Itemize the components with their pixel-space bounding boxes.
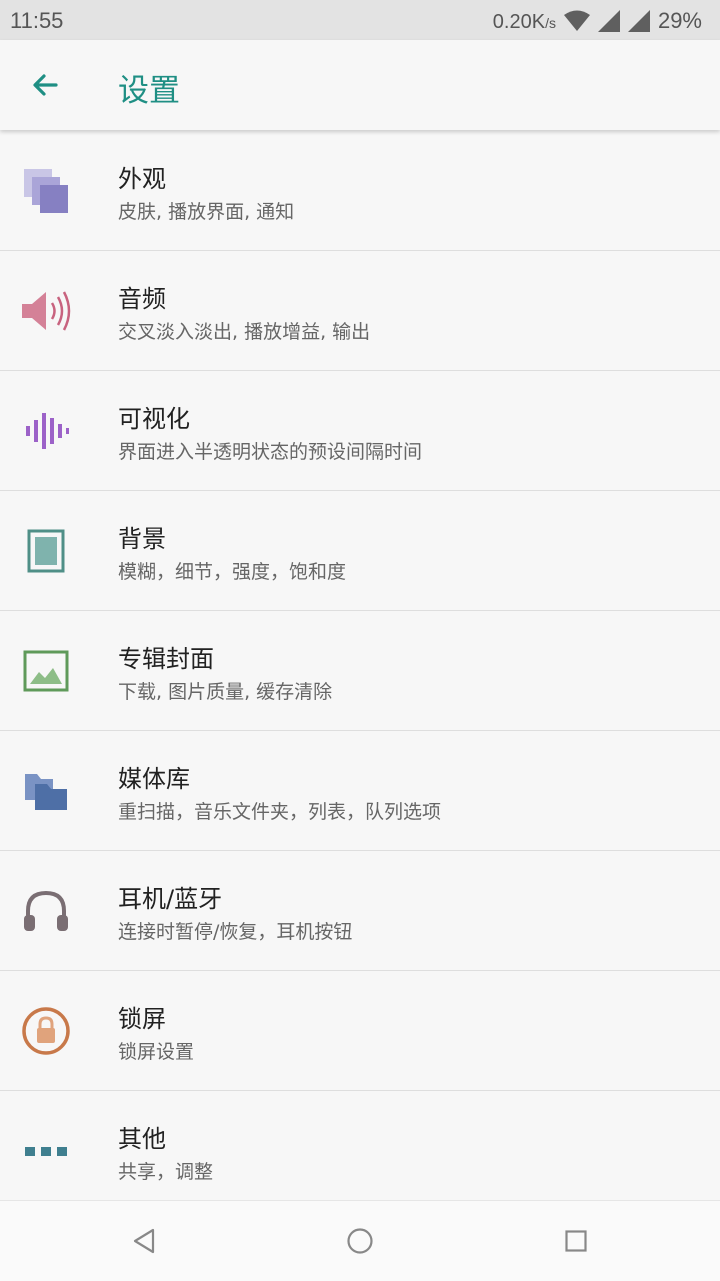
nav-recents-icon [565, 1230, 587, 1252]
status-bar: 11:55 0.20K/s 29% [0, 0, 720, 40]
more-icon [20, 1125, 72, 1177]
settings-item-audio[interactable]: 音频 交叉淡入淡出, 播放增益, 输出 [0, 251, 720, 371]
status-time: 11:55 [10, 8, 64, 33]
settings-item-background[interactable]: 背景 模糊，细节，强度，饱和度 [0, 491, 720, 611]
net-speed-unit: /s [545, 15, 556, 31]
background-icon [20, 525, 72, 577]
settings-item-album-art[interactable]: 专辑封面 下载, 图片质量, 缓存清除 [0, 611, 720, 731]
item-subtitle: 下载, 图片质量, 缓存清除 [118, 681, 333, 703]
settings-item-visualizer[interactable]: 可视化 界面进入半透明状态的预设间隔时间 [0, 371, 720, 491]
settings-item-headset[interactable]: 耳机/蓝牙 连接时暂停/恢复，耳机按钮 [0, 851, 720, 971]
settings-item-library[interactable]: 媒体库 重扫描，音乐文件夹，列表，队列选项 [0, 731, 720, 851]
status-right: 0.20K/s 29% [493, 8, 702, 34]
back-button[interactable] [18, 58, 72, 112]
arrow-back-icon [33, 74, 58, 96]
item-title: 背景 [118, 525, 166, 553]
navigation-bar [0, 1200, 720, 1281]
item-subtitle: 重扫描，音乐文件夹，列表，队列选项 [118, 801, 442, 823]
battery-level: 29% [657, 8, 702, 33]
item-title: 耳机/蓝牙 [118, 885, 223, 913]
folder-icon [20, 765, 72, 817]
item-subtitle: 锁屏设置 [118, 1041, 195, 1063]
signal-icon-2 [627, 10, 650, 32]
item-subtitle: 皮肤, 播放界面, 通知 [118, 201, 295, 223]
net-speed: 0.20K/s [493, 8, 556, 34]
speaker-icon [20, 285, 72, 337]
item-title: 外观 [118, 165, 166, 193]
net-speed-value: 0.20K [492, 11, 546, 33]
visualizer-icon [20, 405, 72, 457]
nav-back-icon [133, 1228, 155, 1254]
item-subtitle: 界面进入半透明状态的预设间隔时间 [118, 441, 423, 463]
item-title: 可视化 [118, 405, 190, 433]
item-subtitle: 交叉淡入淡出, 播放增益, 输出 [118, 321, 371, 343]
settings-item-lockscreen[interactable]: 锁屏 锁屏设置 [0, 971, 720, 1091]
layers-icon [20, 165, 72, 217]
nav-recents-button[interactable] [554, 1219, 598, 1263]
headphones-icon [20, 885, 72, 937]
nav-home-button[interactable] [338, 1219, 382, 1263]
item-title: 其他 [118, 1125, 166, 1153]
item-subtitle: 共享，调整 [118, 1161, 214, 1183]
signal-icon [597, 10, 620, 32]
item-title: 媒体库 [118, 765, 190, 793]
settings-item-appearance[interactable]: 外观 皮肤, 播放界面, 通知 [0, 131, 720, 251]
item-subtitle: 模糊，细节，强度，饱和度 [118, 561, 347, 583]
image-icon [20, 645, 72, 697]
settings-list: 外观 皮肤, 播放界面, 通知 音频 交叉淡入淡出, 播放增益, 输出 可视化 … [0, 131, 720, 1210]
wifi-icon [563, 10, 590, 32]
nav-back-button[interactable] [122, 1219, 166, 1263]
app-bar: 设置 [0, 40, 720, 130]
item-subtitle: 连接时暂停/恢复，耳机按钮 [118, 921, 353, 943]
settings-item-other[interactable]: 其他 共享，调整 [0, 1091, 720, 1210]
item-title: 锁屏 [118, 1005, 166, 1033]
nav-home-icon [347, 1228, 373, 1254]
lock-icon [20, 1005, 72, 1057]
item-title: 音频 [118, 285, 166, 313]
page-title: 设置 [118, 73, 180, 109]
item-title: 专辑封面 [118, 645, 214, 673]
